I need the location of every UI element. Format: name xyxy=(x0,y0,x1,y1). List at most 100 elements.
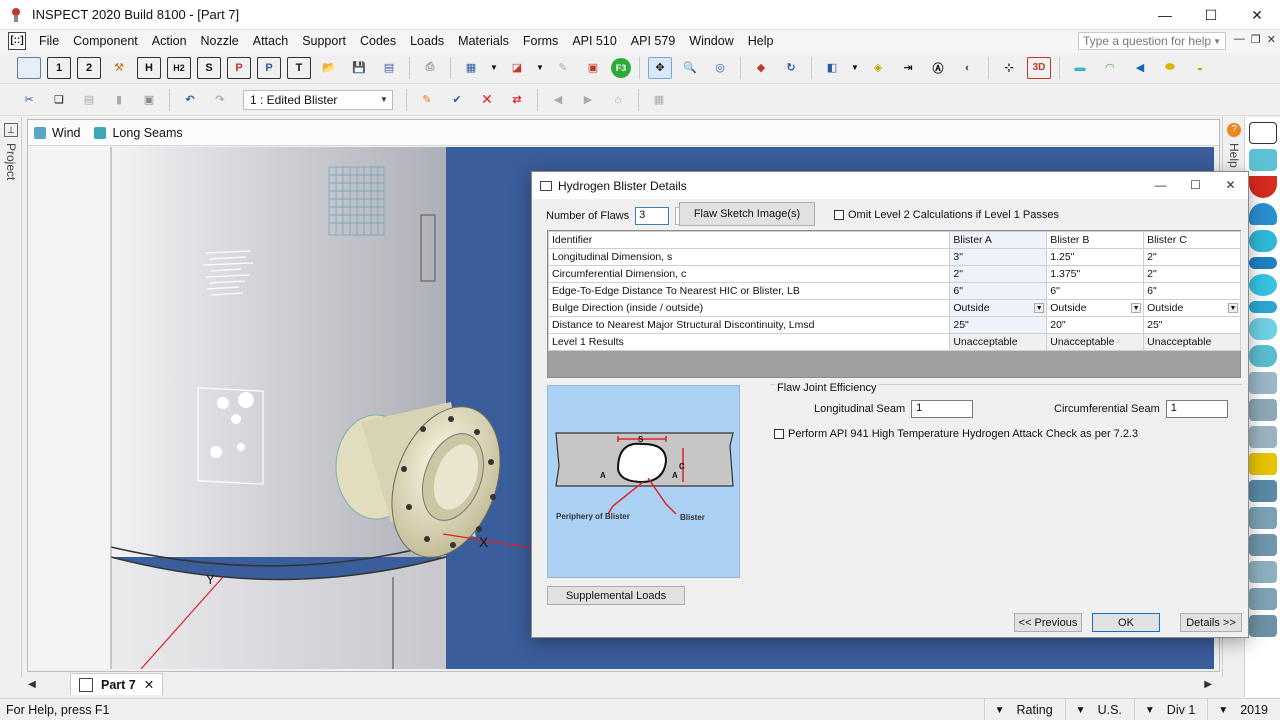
chevron-down-icon[interactable]: ▼ xyxy=(1076,705,1086,716)
flange-icon[interactable]: ⬬ xyxy=(1158,57,1182,79)
bulge-direction-select[interactable]: Outside ▼ xyxy=(949,299,1048,317)
pipe-p-icon[interactable]: P xyxy=(227,56,251,79)
supplemental-loads-button[interactable]: Supplemental Loads xyxy=(547,586,685,605)
platform-icon[interactable] xyxy=(1249,615,1277,637)
grid-cell[interactable]: 20" xyxy=(1046,316,1145,334)
redo-icon[interactable]: ↷ xyxy=(208,89,232,111)
menu-loads[interactable]: Loads xyxy=(403,34,451,48)
grid-cell[interactable]: 1.25" xyxy=(1046,248,1145,266)
menu-api-510[interactable]: API 510 xyxy=(565,34,623,48)
menu-support[interactable]: Support xyxy=(295,34,353,48)
project-tab-label[interactable]: Project xyxy=(4,143,18,180)
wrench-icon[interactable]: ⚒ xyxy=(107,57,131,79)
disk-cyan-icon[interactable] xyxy=(1249,301,1277,313)
head-cyan-icon[interactable] xyxy=(1249,230,1277,252)
status-year[interactable]: ▼ 2019 xyxy=(1207,699,1280,720)
saddle-icon[interactable] xyxy=(1249,507,1277,529)
chevron-down-icon[interactable]: ▼ xyxy=(1218,705,1228,716)
ring-icon[interactable] xyxy=(1249,588,1277,610)
support-icon[interactable] xyxy=(1249,480,1277,502)
shell-1-icon[interactable]: 1 xyxy=(47,56,71,79)
help-search-input[interactable]: Type a question for help ▼ xyxy=(1078,32,1226,50)
previous-button[interactable]: << Previous xyxy=(1014,613,1082,632)
api-941-checkbox[interactable] xyxy=(774,429,784,439)
tab-part-7[interactable]: Part 7 ✕ xyxy=(70,673,164,695)
leg-icon[interactable] xyxy=(1249,534,1277,556)
tab-wind[interactable]: Wind xyxy=(34,126,80,140)
zoom-icon[interactable]: 🔍 xyxy=(678,57,702,79)
run-icon[interactable] xyxy=(1249,122,1277,144)
chevron-down-icon[interactable]: ▼ xyxy=(1034,303,1045,313)
close-tab-icon[interactable]: ✕ xyxy=(144,677,154,692)
zoom-extent-icon[interactable]: ◎ xyxy=(708,57,732,79)
rotate-icon[interactable]: ↻ xyxy=(779,57,803,79)
pdf-icon[interactable]: ◪ xyxy=(505,57,529,79)
document-menu-icon[interactable]: [::] xyxy=(8,32,26,50)
dialog-maximize-button[interactable]: ☐ xyxy=(1178,172,1213,199)
cut-icon[interactable]: ✂ xyxy=(17,89,41,111)
lug-icon[interactable] xyxy=(1249,561,1277,583)
cylinder-icon[interactable] xyxy=(1249,149,1277,171)
tab-scroll-right-icon[interactable]: ▶ xyxy=(1204,679,1212,690)
shell-2-icon[interactable]: 2 xyxy=(77,56,101,79)
pencil-icon[interactable]: ✎ xyxy=(415,89,439,111)
status-units[interactable]: ▼ U.S. xyxy=(1064,699,1134,720)
menu-action[interactable]: Action xyxy=(145,34,194,48)
edit-check-icon[interactable]: ✔ xyxy=(445,89,469,111)
fje-circumferential-input[interactable]: 1 xyxy=(1165,400,1228,418)
api-941-option[interactable]: Perform API 941 High Temperature Hydroge… xyxy=(774,428,1138,440)
nav-home-icon[interactable]: ⌂ xyxy=(606,89,630,111)
grid-cell[interactable]: 6" xyxy=(949,282,1048,300)
render-icon[interactable]: ◈ xyxy=(866,57,890,79)
menu-forms[interactable]: Forms xyxy=(516,34,565,48)
ladder-icon[interactable] xyxy=(1249,453,1277,475)
grid-cell[interactable]: 6" xyxy=(1143,282,1241,300)
head-blue-icon[interactable] xyxy=(1249,203,1277,225)
paint-icon[interactable]: ◆ xyxy=(749,57,773,79)
tab-long-seams[interactable]: Long Seams xyxy=(94,126,183,140)
fje-longitudinal-input[interactable]: 1 xyxy=(911,400,974,418)
chevron-down-icon[interactable]: ▼ xyxy=(995,705,1005,716)
nav-left-icon[interactable]: ◀ xyxy=(546,89,570,111)
pipe-p2-icon[interactable]: P xyxy=(257,56,281,79)
menu-component[interactable]: Component xyxy=(66,34,145,48)
pipe-grey2-icon[interactable] xyxy=(1249,399,1277,421)
save-all-icon[interactable]: ▤ xyxy=(377,57,401,79)
head-light-icon[interactable] xyxy=(1249,318,1277,340)
chevron-down-icon[interactable]: ▼ xyxy=(378,93,390,107)
menu-nozzle[interactable]: Nozzle xyxy=(194,34,246,48)
menu-codes[interactable]: Codes xyxy=(353,34,403,48)
project-panel-strip[interactable]: ⊥ Project xyxy=(0,117,22,677)
minimize-button[interactable]: — xyxy=(1142,0,1188,30)
chevron-down-icon[interactable]: ▼ xyxy=(1145,705,1155,716)
grid-cell[interactable]: 2" xyxy=(1143,265,1241,283)
sphere-cyan-icon[interactable] xyxy=(1249,274,1277,296)
omit-level2-option[interactable]: Omit Level 2 Calculations if Level 1 Pas… xyxy=(834,209,1059,221)
dialog-minimize-button[interactable]: — xyxy=(1143,172,1178,199)
nav-right-icon[interactable]: ▶ xyxy=(576,89,600,111)
report-icon[interactable]: ▦ xyxy=(459,57,483,79)
dropdown-arrow-icon[interactable]: ▼ xyxy=(489,57,499,79)
f3-icon[interactable]: F3 xyxy=(611,57,631,78)
insert-icon[interactable]: ⇄ xyxy=(505,89,529,111)
tube-t-icon[interactable]: T xyxy=(287,56,311,79)
chevron-down-icon[interactable]: ▼ xyxy=(1228,303,1238,313)
component-list-icon[interactable] xyxy=(17,56,41,79)
menu-help[interactable]: Help xyxy=(741,34,781,48)
component-selector[interactable]: 1 : Edited Blister ▼ xyxy=(243,89,393,110)
shell-s-icon[interactable]: S xyxy=(197,56,221,79)
ok-button[interactable]: OK xyxy=(1092,613,1160,632)
chevron-down-icon[interactable]: ▼ xyxy=(1131,303,1142,313)
hidden-line-icon[interactable]: Ⓐ xyxy=(926,57,950,79)
open-folder-icon[interactable]: 📂 xyxy=(317,57,341,79)
shade-icon[interactable]: ◐ xyxy=(956,57,980,79)
pin-icon[interactable]: ⊥ xyxy=(4,123,18,137)
grid-cell[interactable]: 1.375" xyxy=(1046,265,1145,283)
view-3d-icon[interactable]: 3D xyxy=(1027,56,1051,79)
head-2-icon[interactable]: H2 xyxy=(167,56,191,79)
chevron-down-icon[interactable]: ▼ xyxy=(1213,37,1221,46)
mdi-close-button[interactable]: ✕ xyxy=(1267,33,1276,46)
axis-icon[interactable]: ⊹ xyxy=(997,57,1021,79)
dropdown-arrow-icon[interactable]: ▼ xyxy=(850,57,860,79)
disk-blue-icon[interactable] xyxy=(1249,257,1277,269)
